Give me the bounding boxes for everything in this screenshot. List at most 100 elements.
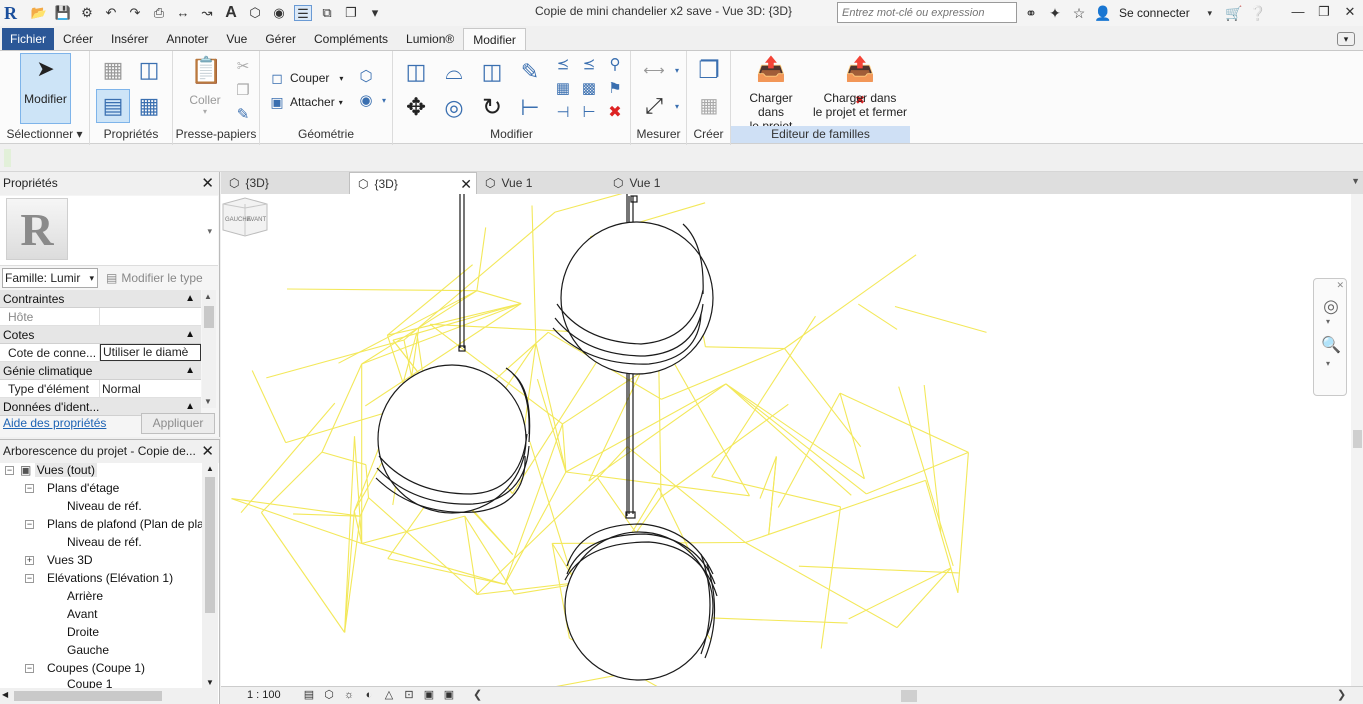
browser-horizontal-scrollbar[interactable]: ◀	[0, 688, 218, 704]
chevron-down-icon[interactable]: ▾	[374, 91, 394, 111]
zoom-region-icon[interactable]: 🔍	[1320, 335, 1342, 357]
type-selector[interactable]: R ▾	[0, 196, 218, 266]
close-icon[interactable]: ✕	[201, 440, 214, 463]
scale-icon[interactable]: ▩	[579, 79, 599, 99]
mirror-draw-icon[interactable]: ✎	[515, 57, 545, 87]
shadows-icon[interactable]: ◐	[361, 688, 377, 703]
lock-3d-icon[interactable]: ▣	[441, 688, 457, 703]
measure-icon[interactable]: ↔	[174, 5, 192, 21]
tab-lumion[interactable]: Lumion®	[397, 28, 463, 50]
signin-button[interactable]: Se connecter	[1119, 6, 1190, 20]
revit-logo[interactable]: R	[4, 3, 24, 23]
tab-gerer[interactable]: Gérer	[256, 28, 305, 50]
chevron-down-icon[interactable]: ▾	[1326, 359, 1330, 368]
array-icon[interactable]: ▦	[553, 79, 573, 99]
property-value-input[interactable]: Utiliser le diamè	[100, 344, 201, 361]
tab-fichier[interactable]: Fichier	[2, 28, 55, 50]
ribbon-minimize-icon[interactable]: ▾	[1337, 32, 1355, 46]
unpin-icon[interactable]: ⚲	[605, 55, 625, 75]
close-icon[interactable]: ✕	[460, 173, 472, 195]
star-icon[interactable]: ☆	[1069, 3, 1089, 23]
switch-windows-icon[interactable]: ❐	[342, 5, 360, 21]
apply-button[interactable]: Appliquer	[141, 413, 215, 434]
tab-inserer[interactable]: Insérer	[102, 28, 157, 50]
dimension-icon[interactable]: ↝	[198, 5, 216, 21]
tab-annoter[interactable]: Annoter	[157, 28, 217, 50]
viewcube[interactable]: GAUCHE AVANT	[221, 194, 269, 238]
measure-distance-icon[interactable]: ⟷	[637, 61, 671, 81]
copy-element-icon[interactable]: ◎	[439, 93, 469, 123]
trim-single-icon[interactable]: ⊢	[579, 103, 599, 123]
default-3d-view-icon[interactable]: ⬡	[246, 5, 264, 21]
tab-creer[interactable]: Créer	[54, 28, 102, 50]
collapse-icon[interactable]: −	[25, 664, 34, 673]
family-category-icon[interactable]: ◫	[134, 55, 164, 85]
chevron-down-icon[interactable]: ▾	[671, 97, 683, 117]
user-icon[interactable]: 👤	[1093, 3, 1113, 23]
tree-item-elevations[interactable]: Elévations (Elévation 1)	[47, 569, 173, 587]
tree-item-floor-plans[interactable]: Plans d'étage	[47, 479, 119, 497]
expand-icon[interactable]: +	[25, 556, 34, 565]
help-icon[interactable]: ❔	[1248, 3, 1268, 23]
property-value[interactable]	[100, 308, 201, 325]
tree-item-elevation-right[interactable]: Droite	[67, 623, 99, 641]
trim-extend-icon[interactable]: ⊢	[515, 93, 545, 123]
trim-multiple-icon[interactable]: ⊣	[553, 103, 573, 123]
mirror-axis-icon[interactable]: ◫	[477, 57, 507, 87]
tree-item-elevation-back[interactable]: Arrière	[67, 587, 103, 605]
collapse-icon[interactable]: −	[25, 574, 34, 583]
browser-vertical-scrollbar[interactable]: ▲ ▼	[202, 463, 218, 688]
chevron-down-icon[interactable]: ▾	[1200, 3, 1220, 23]
tree-item-elevation-left[interactable]: Gauche	[67, 641, 109, 659]
wall-joins-icon[interactable]: ⬡	[356, 67, 376, 87]
view-tab-3d[interactable]: ⬡ {3D}	[221, 172, 349, 194]
section-icon[interactable]: ◉	[270, 5, 288, 21]
close-icon[interactable]: ✕	[201, 172, 214, 195]
align-icon[interactable]: ◫	[401, 57, 431, 87]
tree-item-elevation-front[interactable]: Avant	[67, 605, 97, 623]
tree-item-floor-plan-ref-level[interactable]: Niveau de réf.	[67, 497, 142, 515]
tree-item-section-1[interactable]: Coupe 1	[67, 677, 112, 688]
create-group-icon[interactable]: ❐	[693, 55, 725, 87]
subscription-icon[interactable]: ✦	[1045, 3, 1065, 23]
join-geometry-button[interactable]: ▣ Attacher ▾	[268, 93, 342, 111]
tab-vue[interactable]: Vue	[217, 28, 256, 50]
tree-item-sections[interactable]: Coupes (Coupe 1)	[47, 659, 145, 677]
category-dimensions[interactable]: Cotes ▲	[0, 326, 201, 344]
scroll-left-icon[interactable]: ❮	[473, 688, 482, 701]
properties-scrollbar[interactable]: ▲ ▼	[202, 290, 216, 408]
chevron-down-icon[interactable]: ▾	[207, 226, 212, 237]
tree-item-views-all[interactable]: ▣ Vues (tout)	[20, 461, 97, 479]
collapse-icon[interactable]: −	[25, 484, 34, 493]
close-icon[interactable]: ✕	[1336, 280, 1344, 291]
sync-icon[interactable]: ⚙	[78, 5, 96, 21]
chevron-down-icon[interactable]: ▾	[671, 61, 683, 81]
cut-geometry-button[interactable]: ◻ Couper ▾	[268, 69, 343, 87]
split-element-icon[interactable]: ⪯	[553, 55, 573, 75]
load-and-close-button[interactable]: 📤✖ Charger dans le projet et fermer	[811, 55, 909, 119]
customize-toolbar-icon[interactable]: ▾	[366, 5, 384, 21]
viewcube-front-face[interactable]: AVANT	[247, 217, 266, 223]
chevron-down-icon[interactable]: ▾	[1326, 317, 1330, 326]
scroll-thumb[interactable]	[1353, 430, 1362, 448]
detail-level-icon[interactable]: ▤	[301, 688, 317, 703]
tree-item-ceiling-plans[interactable]: Plans de plafond (Plan de pla	[47, 515, 204, 533]
properties-help-link[interactable]: Aide des propriétés	[3, 416, 106, 430]
copy-icon[interactable]: ❐	[233, 81, 253, 101]
view-vertical-scrollbar[interactable]	[1351, 194, 1363, 686]
pin-icon[interactable]: ⚑	[605, 79, 625, 99]
view-tab-vue-1[interactable]: ⬡ Vue 1	[477, 172, 605, 194]
tree-item-3d-views[interactable]: Vues 3D	[47, 551, 93, 569]
collapse-icon[interactable]: −	[5, 466, 14, 475]
steering-wheel-icon[interactable]: ◎	[1320, 295, 1342, 317]
match-type-icon[interactable]: ✎	[233, 105, 253, 125]
search-input[interactable]	[837, 2, 1017, 23]
collapse-icon[interactable]: −	[25, 520, 34, 529]
show-crop-icon[interactable]: ▣	[421, 688, 437, 703]
move-icon[interactable]: ✥	[401, 93, 431, 123]
split-gap-icon[interactable]: ⪯	[579, 55, 599, 75]
options-bar-grip[interactable]	[4, 149, 11, 167]
panel-label-select[interactable]: Sélectionner ▾	[0, 126, 89, 143]
create-similar-icon[interactable]: ▦	[693, 91, 725, 121]
type-properties-icon[interactable]: ▦	[134, 91, 164, 121]
